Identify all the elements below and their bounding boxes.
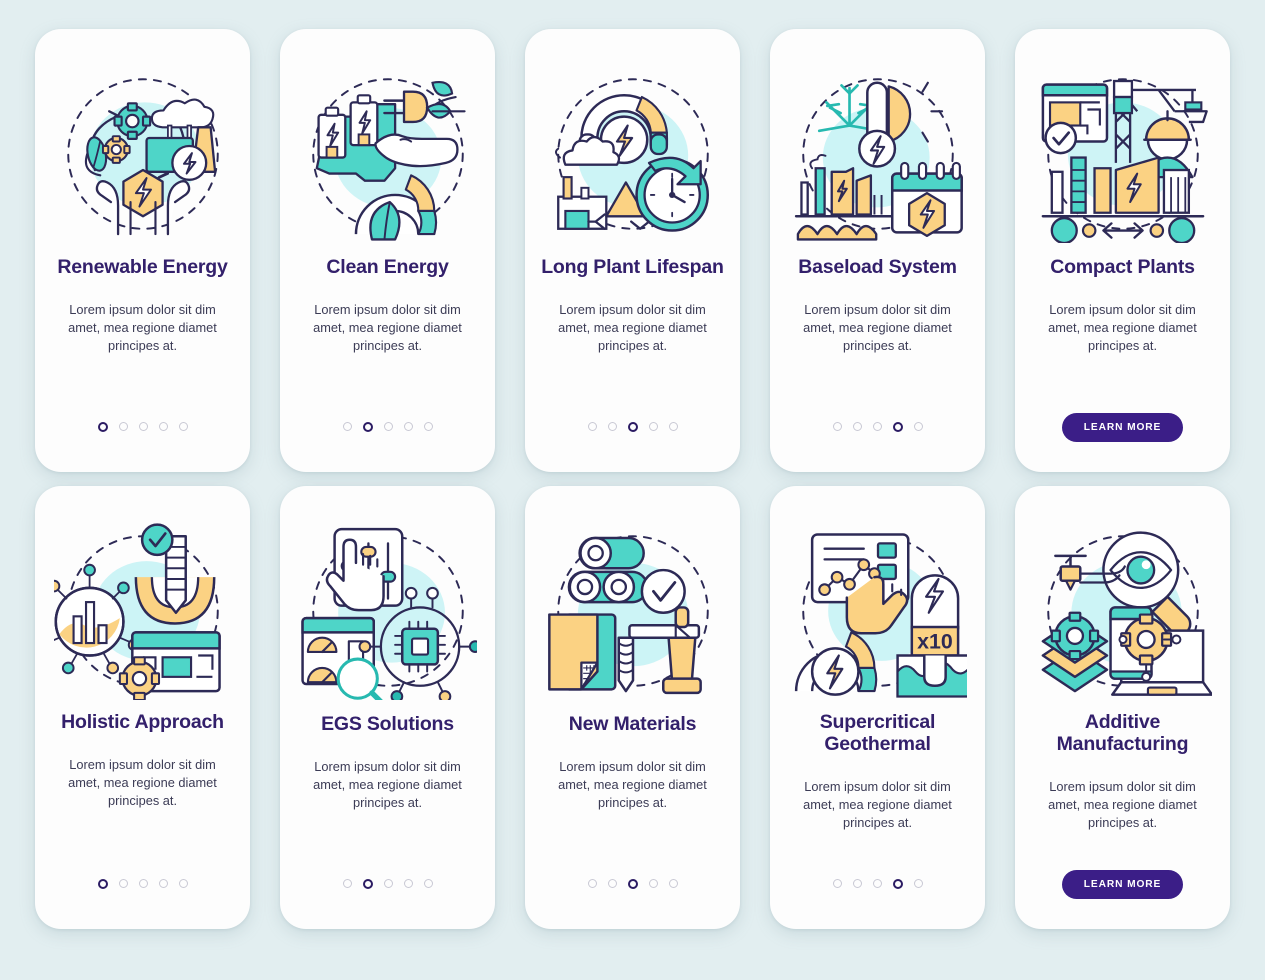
pagination-dot-4[interactable] bbox=[648, 879, 658, 888]
onboarding-screen-clean-energy[interactable]: Clean Energy Lorem ipsum dolor sit dim a… bbox=[280, 29, 495, 472]
pagination-dot-1[interactable] bbox=[587, 879, 597, 888]
compact-plants-icon bbox=[1041, 78, 1208, 243]
pagination-dot-3[interactable] bbox=[872, 422, 882, 431]
pagination-dot-5[interactable] bbox=[178, 422, 188, 431]
card-body-text: Lorem ipsum dolor sit dim amet, mea regi… bbox=[313, 301, 462, 354]
card-body-text: Lorem ipsum dolor sit dim amet, mea regi… bbox=[558, 758, 707, 811]
card-body-text: Lorem ipsum dolor sit dim amet, mea regi… bbox=[803, 778, 952, 830]
pagination-dot-2[interactable] bbox=[362, 422, 373, 432]
pagination-dots[interactable] bbox=[97, 879, 188, 889]
pagination-dot-1[interactable] bbox=[832, 422, 842, 431]
card-body-text: Lorem ipsum dolor sit dim amet, mea regi… bbox=[558, 301, 707, 354]
egs-solutions-icon bbox=[300, 527, 477, 700]
onboarding-screen-compact-plants[interactable]: Compact Plants Lorem ipsum dolor sit dim… bbox=[1015, 29, 1230, 472]
pagination-dot-1[interactable] bbox=[342, 422, 352, 431]
pagination-dot-2[interactable] bbox=[362, 879, 373, 889]
pagination-dot-4[interactable] bbox=[648, 422, 658, 431]
baseload-system-icon bbox=[794, 78, 963, 241]
pagination-dot-3[interactable] bbox=[872, 879, 882, 888]
learn-more-button[interactable]: LEARN MORE bbox=[1061, 870, 1184, 899]
card-title: Holistic Approach bbox=[61, 711, 224, 733]
pagination-dot-4[interactable] bbox=[403, 879, 413, 888]
pagination-dot-5[interactable] bbox=[668, 422, 678, 431]
pagination-dot-3[interactable] bbox=[383, 879, 393, 888]
pagination-dot-3[interactable] bbox=[383, 422, 393, 431]
pagination-dots[interactable] bbox=[97, 422, 188, 432]
onboarding-screen-baseload-system[interactable]: Baseload System Lorem ipsum dolor sit di… bbox=[770, 29, 985, 472]
pagination-dot-3[interactable] bbox=[627, 422, 638, 432]
pagination-dot-2[interactable] bbox=[118, 422, 128, 431]
long-plant-lifespan-icon bbox=[554, 78, 709, 232]
learn-more-button[interactable]: LEARN MORE bbox=[1061, 413, 1184, 442]
pagination-dot-2[interactable] bbox=[607, 879, 617, 888]
pagination-dot-4[interactable] bbox=[158, 422, 168, 431]
card-title: Baseload System bbox=[798, 256, 957, 278]
pagination-dots[interactable] bbox=[587, 879, 678, 889]
onboarding-screen-renewable-energy[interactable]: Renewable Energy Lorem ipsum dolor sit d… bbox=[35, 29, 250, 472]
pagination-dots[interactable] bbox=[832, 422, 923, 432]
pagination-dots[interactable] bbox=[342, 422, 433, 432]
card-title: Supercritical Geothermal bbox=[819, 711, 936, 755]
x10-multiplier-label: x10 bbox=[917, 629, 953, 653]
pagination-dot-5[interactable] bbox=[913, 422, 923, 431]
onboarding-screen-additive-manufacturing[interactable]: Additive Manufacturing Lorem ipsum dolor… bbox=[1015, 486, 1230, 929]
card-body-text: Lorem ipsum dolor sit dim amet, mea regi… bbox=[803, 301, 952, 354]
pagination-dot-3[interactable] bbox=[627, 879, 638, 889]
card-title: Long Plant Lifespan bbox=[541, 256, 724, 278]
pagination-dot-3[interactable] bbox=[138, 422, 148, 431]
pagination-dots[interactable] bbox=[832, 879, 923, 889]
renewable-energy-icon bbox=[66, 78, 219, 236]
onboarding-screens-board: Renewable Energy Lorem ipsum dolor sit d… bbox=[0, 0, 1265, 980]
pagination-dot-2[interactable] bbox=[118, 879, 128, 888]
pagination-dot-2[interactable] bbox=[852, 879, 862, 888]
holistic-approach-icon bbox=[53, 523, 221, 700]
onboarding-screen-holistic-approach[interactable]: Holistic Approach Lorem ipsum dolor sit … bbox=[35, 486, 250, 929]
card-body-text: Lorem ipsum dolor sit dim amet, mea regi… bbox=[68, 756, 217, 809]
card-title: Renewable Energy bbox=[57, 256, 228, 278]
onboarding-screen-new-materials[interactable]: New Materials Lorem ipsum dolor sit dim … bbox=[525, 486, 740, 929]
pagination-dot-5[interactable] bbox=[423, 422, 433, 431]
pagination-dot-5[interactable] bbox=[178, 879, 188, 888]
pagination-dots[interactable] bbox=[587, 422, 678, 432]
new-materials-icon bbox=[547, 535, 709, 695]
pagination-dot-5[interactable] bbox=[913, 879, 923, 888]
pagination-dot-1[interactable] bbox=[587, 422, 597, 431]
onboarding-screen-long-plant-lifespan[interactable]: Long Plant Lifespan Lorem ipsum dolor si… bbox=[525, 29, 740, 472]
pagination-dot-1[interactable] bbox=[97, 422, 108, 432]
card-body-text: Lorem ipsum dolor sit dim amet, mea regi… bbox=[1048, 301, 1197, 354]
onboarding-screen-supercritical-geothermal[interactable]: x10 Supercritical Geothermal Lorem ipsum… bbox=[770, 486, 985, 929]
pagination-dot-1[interactable] bbox=[342, 879, 352, 888]
pagination-dot-4[interactable] bbox=[892, 422, 903, 432]
card-title: Compact Plants bbox=[1050, 256, 1195, 278]
clean-energy-icon bbox=[311, 78, 466, 241]
card-body-text: Lorem ipsum dolor sit dim amet, mea regi… bbox=[68, 301, 217, 354]
card-body-text: Lorem ipsum dolor sit dim amet, mea regi… bbox=[1048, 778, 1197, 830]
pagination-dot-3[interactable] bbox=[138, 879, 148, 888]
card-title: Additive Manufacturing bbox=[1056, 711, 1189, 755]
pagination-dot-4[interactable] bbox=[892, 879, 903, 889]
supercritical-geothermal-icon: x10 bbox=[794, 533, 967, 698]
onboarding-screen-egs-solutions[interactable]: EGS Solutions Lorem ipsum dolor sit dim … bbox=[280, 486, 495, 929]
pagination-dot-1[interactable] bbox=[97, 879, 108, 889]
pagination-dot-2[interactable] bbox=[607, 422, 617, 431]
card-body-text: Lorem ipsum dolor sit dim amet, mea regi… bbox=[313, 758, 462, 811]
pagination-dot-4[interactable] bbox=[158, 879, 168, 888]
pagination-dot-2[interactable] bbox=[852, 422, 862, 431]
card-title: Clean Energy bbox=[326, 256, 449, 278]
additive-manufacturing-icon bbox=[1041, 531, 1212, 696]
pagination-dot-5[interactable] bbox=[668, 879, 678, 888]
card-title: New Materials bbox=[568, 713, 697, 735]
pagination-dots[interactable] bbox=[342, 879, 433, 889]
pagination-dot-1[interactable] bbox=[832, 879, 842, 888]
pagination-dot-5[interactable] bbox=[423, 879, 433, 888]
pagination-dot-4[interactable] bbox=[403, 422, 413, 431]
card-title: EGS Solutions bbox=[321, 713, 454, 735]
